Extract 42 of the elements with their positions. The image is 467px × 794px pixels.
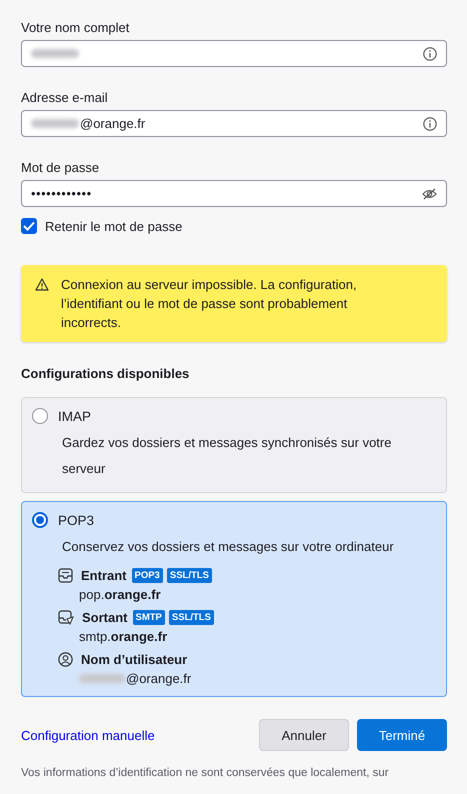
inbox-icon (58, 568, 73, 583)
checkbox[interactable] (21, 218, 37, 234)
option-description: Conservez vos dossiers et messages sur votre ordinateur (62, 538, 395, 556)
checkbox-label: Retenir le mot de passe (45, 218, 182, 234)
protocol-tag: POP3 (132, 568, 163, 583)
server-address: smtp.orange.fr (79, 629, 168, 644)
server-address: pop.orange.fr (79, 587, 161, 602)
option-description: Gardez vos dossiers et messages synchronisés sur votre serveur (62, 434, 392, 478)
input-field[interactable] (21, 40, 447, 67)
redacted-text (31, 49, 79, 58)
config-option[interactable]: POP3 Conservez vos dossiers et messages sur votre ordinateur Entrant POP3 SSL/TLS pop.orange.fr Sortant SMTP SSL/TLS smtp.orange.fr Nom d’utilisateur @orange.fr (21, 501, 447, 697)
config-option[interactable]: IMAP Gardez vos dossiers et messages synchronisés sur votre serveur (21, 397, 447, 493)
field-label: Mot de passe (21, 160, 100, 175)
info-icon[interactable] (423, 116, 437, 130)
section-heading: Configurations disponibles (21, 366, 190, 381)
protocol-tag: SMTP (132, 610, 165, 625)
protocol-tag: SSL/TLS (168, 610, 214, 625)
radio-button[interactable] (32, 512, 48, 528)
eye-slash-icon[interactable] (422, 188, 437, 200)
redacted-text (31, 119, 79, 128)
server-label: Nom d’utilisateur (81, 652, 188, 667)
input-field[interactable]: @orange.fr (21, 110, 447, 137)
info-icon[interactable] (423, 46, 437, 60)
protocol-tag: SSL/TLS (166, 568, 212, 583)
cancel-button[interactable]: Annuler (259, 719, 349, 751)
server-label: Entrant (81, 568, 126, 583)
server-label: Sortant (82, 610, 128, 625)
radio-button[interactable] (32, 408, 48, 424)
outbox-icon (58, 610, 74, 625)
input-field[interactable]: •••••••••••• (21, 180, 447, 207)
field-label: Votre nom complet (21, 20, 130, 35)
done-button[interactable]: Terminé (357, 719, 447, 751)
server-address: @orange.fr (126, 671, 192, 686)
warning-text: Connexion au serveur impossible. La configuration, l’identifiant ou le mot de passe sont probablement incorrects. (61, 276, 358, 332)
redacted-text (79, 674, 125, 683)
option-title: IMAP (58, 408, 92, 424)
warning-icon (35, 278, 49, 291)
user-icon (58, 652, 73, 667)
manual-config-link[interactable]: Configuration manuelle (21, 728, 155, 742)
field-label: Adresse e-mail (21, 90, 108, 105)
footer-note: Vos informations d’identification ne sont conservées que localement, sur (21, 767, 390, 779)
option-title: POP3 (58, 512, 94, 528)
